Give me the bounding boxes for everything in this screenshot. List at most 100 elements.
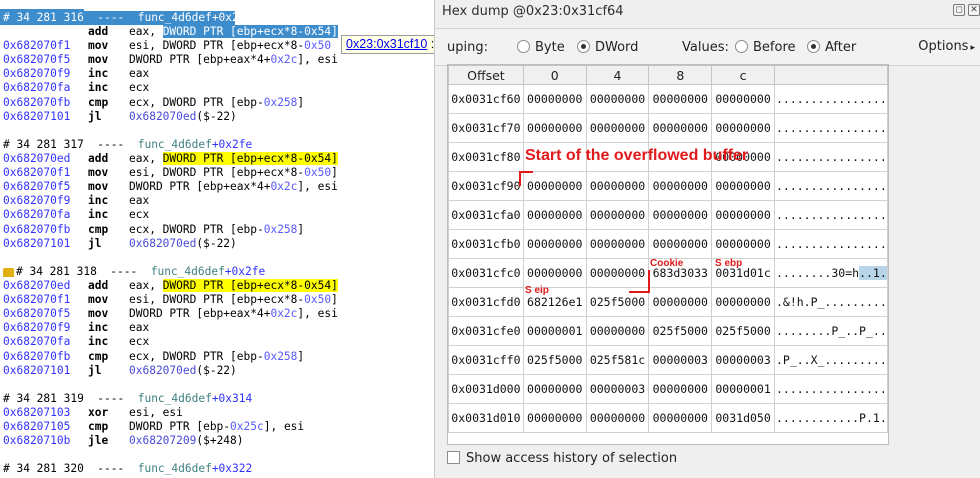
instruction-address[interactable]: 0x682070f9 bbox=[3, 67, 70, 81]
dword-cell[interactable]: 00000000 bbox=[585, 316, 650, 346]
tooltip-address-link[interactable]: 0x23:0x31cf10 bbox=[346, 37, 427, 51]
column-header-4[interactable]: 4 bbox=[585, 65, 650, 85]
instruction-address[interactable]: 0x682070fb bbox=[3, 96, 70, 110]
offset-cell[interactable]: 0x0031cf80 bbox=[448, 142, 524, 172]
dword-cell[interactable]: 00000000 bbox=[711, 200, 775, 230]
instruction-row[interactable]: 0x682070ed add eax, DWORD PTR [ebp+ecx*8-0… bbox=[0, 152, 434, 166]
instruction-row[interactable]: 0x68207101 jl 0x682070ed($-22) bbox=[0, 237, 434, 251]
show-history-checkbox[interactable]: Show access history of selection bbox=[447, 451, 677, 466]
dword-cell[interactable]: 00000000 bbox=[585, 84, 650, 114]
trace-block-header[interactable]: # 34 281 319 ---- func_4d6def+0x314 bbox=[3, 392, 252, 406]
instruction-row[interactable]: 0x682070fb cmp ecx, DWORD PTR [ebp-0x258] bbox=[0, 350, 434, 364]
function-name[interactable]: func_4d6def bbox=[138, 11, 212, 24]
instruction-row[interactable]: 0x682070f5 mov DWORD PTR [ebp+eax*4+0x2c],… bbox=[0, 180, 434, 194]
offset-cell[interactable]: 0x0031cf70 bbox=[448, 113, 524, 143]
offset-cell[interactable]: 0x0031cff0 bbox=[448, 345, 524, 375]
column-header-8[interactable]: 8 bbox=[648, 65, 713, 85]
grouping-byte-radio[interactable]: Byte bbox=[517, 40, 565, 55]
dword-cell[interactable]: 00000000 bbox=[648, 200, 713, 230]
close-icon[interactable]: ✕ bbox=[968, 4, 980, 16]
instruction-address[interactable]: 0x682070f9 bbox=[3, 194, 70, 208]
instruction-row[interactable]: 0x682070fb cmp ecx, DWORD PTR [ebp-0x258] bbox=[0, 223, 434, 237]
instruction-row[interactable]: 0x682070f5 mov DWORD PTR [ebp+eax*4+0x2c],… bbox=[0, 307, 434, 321]
dword-cell[interactable]: 00000000 bbox=[585, 403, 650, 433]
instruction-row[interactable]: 0x682070f1 mov esi, DWORD PTR [ebp+ecx*8-0… bbox=[0, 293, 434, 307]
offset-cell[interactable]: 0x0031d010 bbox=[448, 403, 524, 433]
values-after-radio[interactable]: After bbox=[807, 40, 856, 55]
dword-cell[interactable]: 00000000 bbox=[585, 229, 650, 259]
dword-cell[interactable]: 0031d050 bbox=[711, 403, 775, 433]
instruction-address[interactable]: 0x682070f5 bbox=[3, 53, 70, 67]
instruction-row[interactable]: 0x682070fa inc ecx bbox=[0, 208, 434, 222]
dword-cell[interactable]: 00000003 bbox=[585, 374, 650, 404]
instruction-address[interactable]: 0x682070fa bbox=[3, 208, 70, 222]
column-header-c[interactable]: c bbox=[711, 65, 775, 85]
instruction-address[interactable]: 0x6820710b bbox=[3, 434, 70, 448]
instruction-address[interactable]: 0x682070fb bbox=[3, 350, 70, 364]
instruction-row[interactable]: 0x682070f9 inc eax bbox=[0, 194, 434, 208]
dword-cell[interactable]: 00000000 bbox=[711, 287, 775, 317]
instruction-address[interactable]: 0x682070f9 bbox=[3, 321, 70, 335]
float-window-icon[interactable]: ◻ bbox=[953, 4, 965, 16]
dword-cell[interactable]: 00000000 bbox=[522, 374, 587, 404]
values-before-radio[interactable]: Before bbox=[735, 40, 796, 55]
function-name[interactable]: func_4d6def bbox=[138, 392, 212, 405]
trace-block-header[interactable]: # 34 281 317 ---- func_4d6def+0x2fe bbox=[3, 138, 252, 152]
instruction-row[interactable]: 0x682070f5 mov DWORD PTR [ebp+eax*4+0x2c],… bbox=[0, 53, 434, 67]
options-menu-button[interactable]: Options ▸ bbox=[918, 39, 975, 54]
dword-cell[interactable]: 025f5000 bbox=[648, 316, 713, 346]
dword-cell[interactable]: 025f5000 bbox=[522, 345, 587, 375]
instruction-row[interactable]: 0x68207101 jl 0x682070ed($-22) bbox=[0, 364, 434, 378]
ascii-cell[interactable]: ................ bbox=[773, 374, 888, 404]
function-name[interactable]: func_4d6def bbox=[138, 462, 212, 475]
dword-cell[interactable]: 00000000 bbox=[585, 200, 650, 230]
ascii-cell[interactable]: ............P.1. bbox=[773, 403, 888, 433]
dword-cell[interactable]: 00000000 bbox=[648, 403, 713, 433]
function-name[interactable]: func_4d6def bbox=[151, 265, 225, 278]
dword-cell[interactable]: 00000000 bbox=[585, 258, 650, 288]
dword-cell[interactable]: 00000000 bbox=[522, 171, 587, 201]
offset-cell[interactable]: 0x0031cfb0 bbox=[448, 229, 524, 259]
instruction-row[interactable]: 0x68207103 xor esi, esi bbox=[0, 406, 434, 420]
dword-cell[interactable]: 00000000 bbox=[711, 229, 775, 259]
trace-block-header[interactable]: # 34 281 318 ---- func_4d6def+0x2fe bbox=[3, 265, 265, 279]
instruction-address[interactable]: 0x68207103 bbox=[3, 406, 70, 420]
dword-cell[interactable]: 00000001 bbox=[711, 374, 775, 404]
instruction-address[interactable]: 0x682070f1 bbox=[3, 39, 70, 53]
ascii-cell[interactable]: ................ bbox=[773, 171, 888, 201]
ascii-cell[interactable]: .&!h.P_......... bbox=[773, 287, 888, 317]
ascii-cell[interactable]: ................ bbox=[773, 84, 888, 114]
dword-cell[interactable]: 00000003 bbox=[648, 345, 713, 375]
ascii-cell[interactable]: ................ bbox=[773, 113, 888, 143]
instruction-row[interactable]: 0x682070f9 inc eax bbox=[0, 67, 434, 81]
offset-cell[interactable]: 0x0031cf90 bbox=[448, 171, 524, 201]
instruction-row[interactable]: 0x68207101 jl 0x682070ed($-22) bbox=[0, 110, 434, 124]
dword-cell[interactable]: 00000000 bbox=[522, 84, 587, 114]
dword-cell[interactable]: 00000000 bbox=[648, 374, 713, 404]
dword-cell[interactable]: 00000000 bbox=[648, 171, 713, 201]
dword-cell[interactable]: 00000000 bbox=[648, 84, 713, 114]
dword-cell[interactable]: 025f5000 bbox=[711, 316, 775, 346]
instruction-address[interactable]: 0x68207101 bbox=[3, 364, 70, 378]
instruction-row[interactable]: 0x6820710b jle 0x68207209($+248) bbox=[0, 434, 434, 448]
ascii-cell[interactable]: ........P_..P_.. bbox=[773, 316, 888, 346]
instruction-address[interactable]: 0x682070fa bbox=[3, 335, 70, 349]
dword-cell[interactable]: 00000000 bbox=[522, 200, 587, 230]
dword-cell[interactable]: 00000003 bbox=[711, 345, 775, 375]
ascii-cell[interactable]: .P_..X_......... bbox=[773, 345, 888, 375]
instruction-address[interactable]: 0x682070f1 bbox=[3, 166, 70, 180]
trace-block-header[interactable]: # 34 281 320 ---- func_4d6def+0x322 bbox=[3, 462, 252, 476]
function-name[interactable]: func_4d6def bbox=[138, 138, 212, 151]
disassembly-trace[interactable]: # 34 281 316 ---- func_4d6def+0x2fe 0x682… bbox=[0, 0, 434, 478]
dword-cell[interactable]: 00000000 bbox=[711, 84, 775, 114]
dword-cell[interactable]: 00000000 bbox=[711, 113, 775, 143]
instruction-row[interactable]: 0x68207105 cmp DWORD PTR [ebp-0x25c], esi bbox=[0, 420, 434, 434]
instruction-address[interactable]: 0x682070f5 bbox=[3, 180, 70, 194]
instruction-address[interactable]: 0x682070ed bbox=[3, 279, 70, 293]
instruction-address[interactable]: 0x68207101 bbox=[3, 110, 70, 124]
dword-cell[interactable]: 00000000 bbox=[585, 113, 650, 143]
dword-cell[interactable]: 00000000 bbox=[522, 113, 587, 143]
instruction-address[interactable]: 0x682070ed bbox=[3, 152, 70, 166]
instruction-address[interactable]: 0x682070fa bbox=[3, 81, 70, 95]
offset-cell[interactable]: 0x0031cfe0 bbox=[448, 316, 524, 346]
